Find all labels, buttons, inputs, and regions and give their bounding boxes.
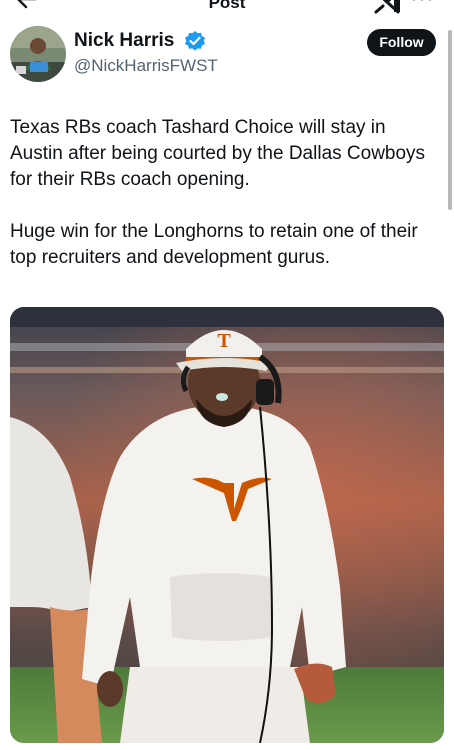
avatar[interactable] bbox=[10, 26, 66, 82]
more-options-icon[interactable] bbox=[410, 0, 434, 8]
tweet-paragraph: Huge win for the Longhorns to retain one… bbox=[10, 221, 418, 268]
author-name[interactable]: Nick Harris bbox=[74, 30, 174, 52]
top-navigation-bar: Post bbox=[0, 0, 454, 14]
grok-icon[interactable] bbox=[372, 0, 402, 14]
tweet-photo[interactable]: T bbox=[10, 307, 444, 743]
hat-logo: T bbox=[217, 330, 231, 352]
author-handle[interactable]: @NickHarrisFWST bbox=[74, 56, 218, 76]
follow-button[interactable]: Follow bbox=[367, 29, 436, 56]
tweet-body: Texas RBs coach Tashard Choice will stay… bbox=[10, 115, 442, 297]
author-header: Nick Harris @NickHarrisFWST Follow bbox=[10, 26, 450, 86]
verified-badge-icon bbox=[185, 31, 205, 51]
tweet-paragraph: Texas RBs coach Tashard Choice will stay… bbox=[10, 117, 426, 190]
